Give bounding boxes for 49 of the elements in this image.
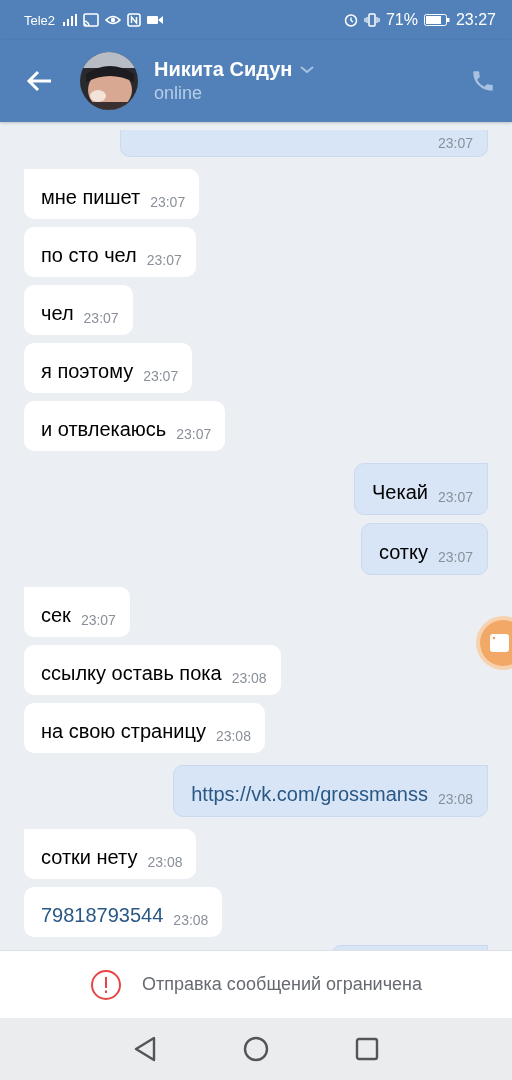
message-text: сотки нету [41, 845, 138, 869]
message-time: 23:08 [147, 853, 183, 871]
notice-text: Отправка сообщений ограничена [142, 974, 422, 995]
home-button-icon[interactable] [243, 1036, 269, 1062]
nfc-icon [127, 13, 142, 27]
message-text: Чекай [372, 480, 428, 504]
video-camera-icon [490, 634, 512, 652]
message-time: 23:08 [231, 669, 267, 687]
warning-icon [90, 968, 122, 1001]
message-text: я поэтому [41, 359, 134, 383]
message-text: чел [41, 301, 74, 325]
message-time: 23:07 [146, 251, 182, 269]
recents-button-icon[interactable] [355, 1037, 379, 1061]
message-time: 23:07 [437, 134, 473, 152]
online-status: online [154, 83, 204, 104]
chevron-down-icon[interactable] [300, 65, 315, 74]
message-link[interactable]: 79818793544 [41, 903, 164, 927]
message-time: 23:07 [437, 548, 473, 566]
message-time: 23:07 [83, 309, 119, 327]
message-time: 23:08 [215, 727, 251, 745]
message-time: 23:07 [150, 193, 186, 211]
video-camera-icon [147, 15, 164, 25]
signal-icon [61, 14, 78, 26]
battery-icon [423, 14, 450, 26]
clock-time: 23:27 [455, 11, 496, 29]
message-text: по сто чел [41, 243, 137, 267]
message-text: и отвлекаюсь [41, 417, 167, 441]
message-text: на свою страницу [41, 719, 206, 743]
battery-percent: 71% [385, 11, 418, 29]
cast-icon [83, 13, 100, 27]
message-time: 23:07 [437, 488, 473, 506]
message-time: 23:07 [143, 367, 179, 385]
back-button-icon[interactable] [133, 1036, 157, 1062]
message-time: 23:08 [173, 911, 209, 929]
vibrate-icon [363, 13, 380, 27]
eye-icon [105, 14, 122, 26]
alarm-icon [343, 13, 358, 27]
phone-icon[interactable] [470, 68, 496, 94]
message-link[interactable]: https://vk.com/grossmanss [191, 782, 428, 806]
carrier-name: Tele2 [24, 12, 56, 28]
message-text: мне пишет [41, 185, 141, 209]
back-arrow-icon[interactable] [26, 70, 52, 92]
message-time: 23:07 [80, 611, 116, 629]
message-time: 23:08 [437, 790, 473, 808]
message-text: сек [41, 603, 71, 627]
contact-name[interactable]: Никита Сидун [154, 58, 293, 81]
message-text: сотку [378, 540, 428, 564]
message-time: 23:07 [176, 425, 212, 443]
message-text: ссылку оставь пока [41, 661, 222, 685]
